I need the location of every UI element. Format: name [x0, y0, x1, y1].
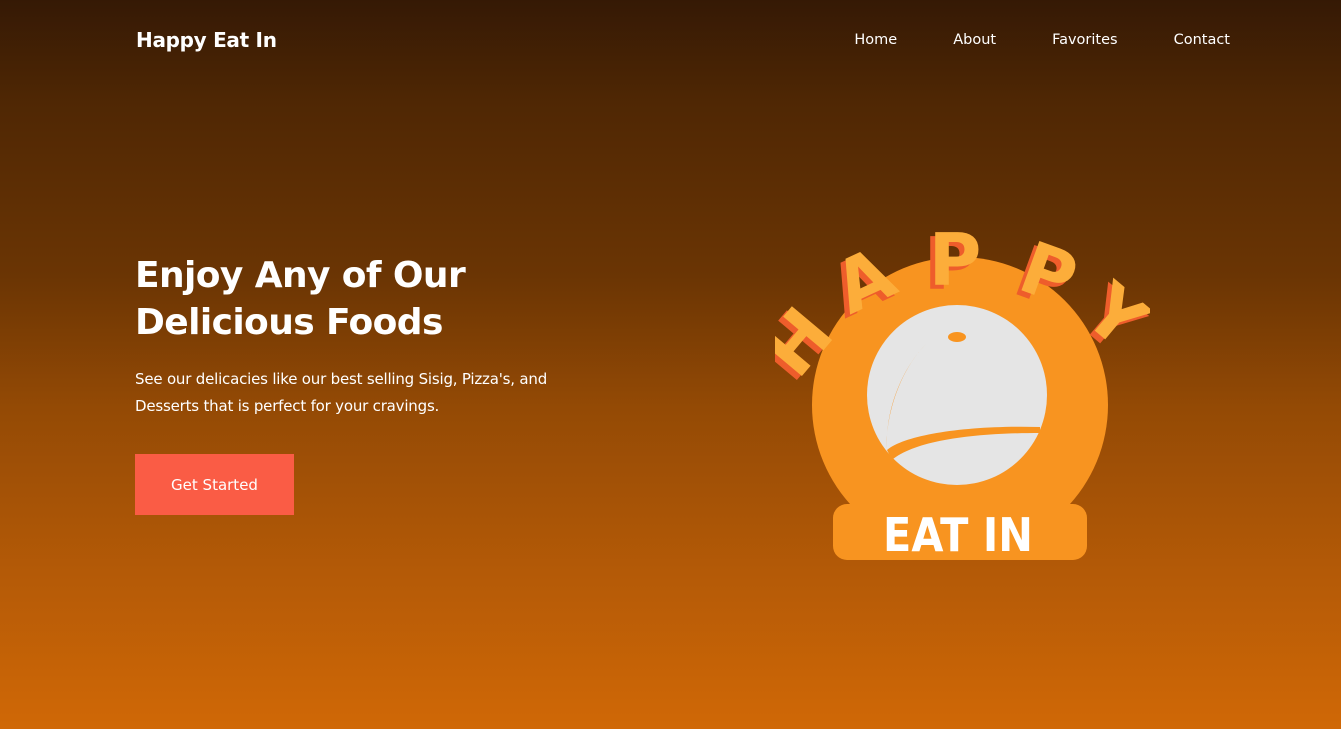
navbar: Happy Eat In Home About Favorites Contac… [136, 0, 1230, 80]
nav-link-home[interactable]: Home [854, 31, 897, 49]
food-cloche-icon [867, 305, 1047, 485]
logo-happy-letter: P [929, 225, 982, 302]
logo-eat-in-text: EAT IN [883, 508, 1033, 562]
nav-links: Home About Favorites Contact [854, 31, 1230, 49]
hero-title-line-1: Enjoy Any of Our [135, 255, 466, 296]
nav-link-favorites[interactable]: Favorites [1052, 31, 1118, 49]
nav-link-contact[interactable]: Contact [1174, 31, 1230, 49]
nav-link-about[interactable]: About [953, 31, 996, 49]
get-started-button[interactable]: Get Started [135, 454, 294, 515]
happy-eat-in-logo: HA P PYYPPAH EAT IN [775, 225, 1150, 562]
hero-title: Enjoy Any of Our Delicious Foods [135, 252, 615, 346]
logo-happy-letter: P [1009, 225, 1087, 322]
hero-description: See our delicacies like our best selling… [135, 370, 548, 415]
hero-title-line-2: Delicious Foods [135, 302, 443, 343]
brand-logo-text[interactable]: Happy Eat In [136, 27, 277, 53]
landing-page: Happy Eat In Home About Favorites Contac… [0, 0, 1341, 729]
hero-section: Enjoy Any of Our Delicious Foods See our… [135, 252, 615, 420]
